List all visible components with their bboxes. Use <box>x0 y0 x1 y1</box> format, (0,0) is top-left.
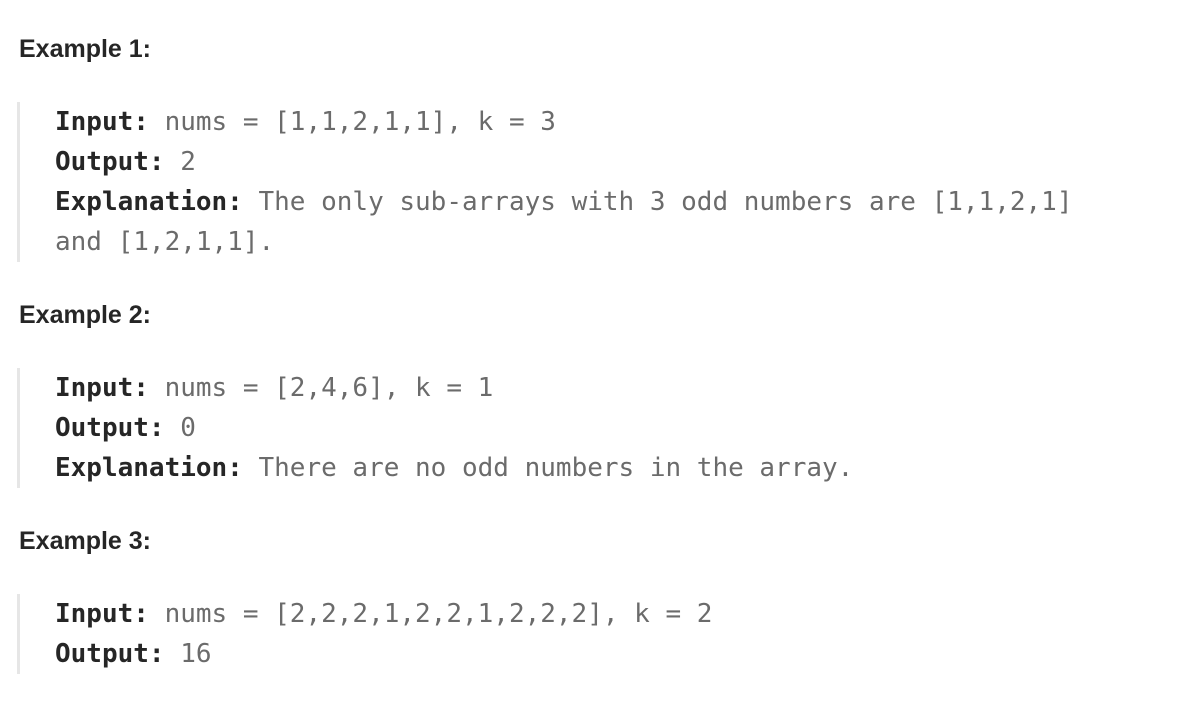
input-value: nums = [2,4,6], k = 1 <box>148 373 494 403</box>
input-label: Input: <box>55 107 149 137</box>
example-1-heading: Example 1: <box>19 35 152 63</box>
explanation-label: Explanation: <box>55 453 243 483</box>
output-label: Output: <box>55 639 165 669</box>
example-3-heading: Example 3: <box>19 527 152 555</box>
example-3-input-line: Input: nums = [2,2,2,1,2,2,1,2,2,2], k =… <box>55 594 1175 634</box>
example-2-block: Input: nums = [2,4,6], k = 1 Output: 0 E… <box>17 368 1175 488</box>
example-1-explanation-continuation: and [1,2,1,1]. <box>55 222 1175 262</box>
explanation-value: There are no odd numbers in the array. <box>242 453 854 483</box>
explanation-label: Explanation: <box>55 187 243 217</box>
example-2-explanation-line: Explanation: There are no odd numbers in… <box>55 448 1175 488</box>
output-value: 0 <box>164 413 196 443</box>
output-value: 16 <box>164 639 212 669</box>
example-1-explanation-line: Explanation: The only sub-arrays with 3 … <box>55 182 1175 222</box>
output-label: Output: <box>55 147 165 177</box>
example-1-block: Input: nums = [1,1,2,1,1], k = 3 Output:… <box>17 102 1175 262</box>
example-2-output-line: Output: 0 <box>55 408 1175 448</box>
input-value: nums = [1,1,2,1,1], k = 3 <box>148 107 556 137</box>
output-value: 2 <box>164 147 196 177</box>
output-label: Output: <box>55 413 165 443</box>
explanation-value: The only sub-arrays with 3 odd numbers a… <box>242 187 1073 217</box>
example-1-input-line: Input: nums = [1,1,2,1,1], k = 3 <box>55 102 1175 142</box>
input-label: Input: <box>55 373 149 403</box>
input-label: Input: <box>55 599 149 629</box>
example-2-heading: Example 2: <box>19 301 152 329</box>
continuation-value: and [1,2,1,1]. <box>55 227 275 257</box>
example-3-output-line: Output: 16 <box>55 634 1175 674</box>
example-3-block: Input: nums = [2,2,2,1,2,2,1,2,2,2], k =… <box>17 594 1175 674</box>
input-value: nums = [2,2,2,1,2,2,1,2,2,2], k = 2 <box>148 599 713 629</box>
example-1-output-line: Output: 2 <box>55 142 1175 182</box>
example-2-input-line: Input: nums = [2,4,6], k = 1 <box>55 368 1175 408</box>
